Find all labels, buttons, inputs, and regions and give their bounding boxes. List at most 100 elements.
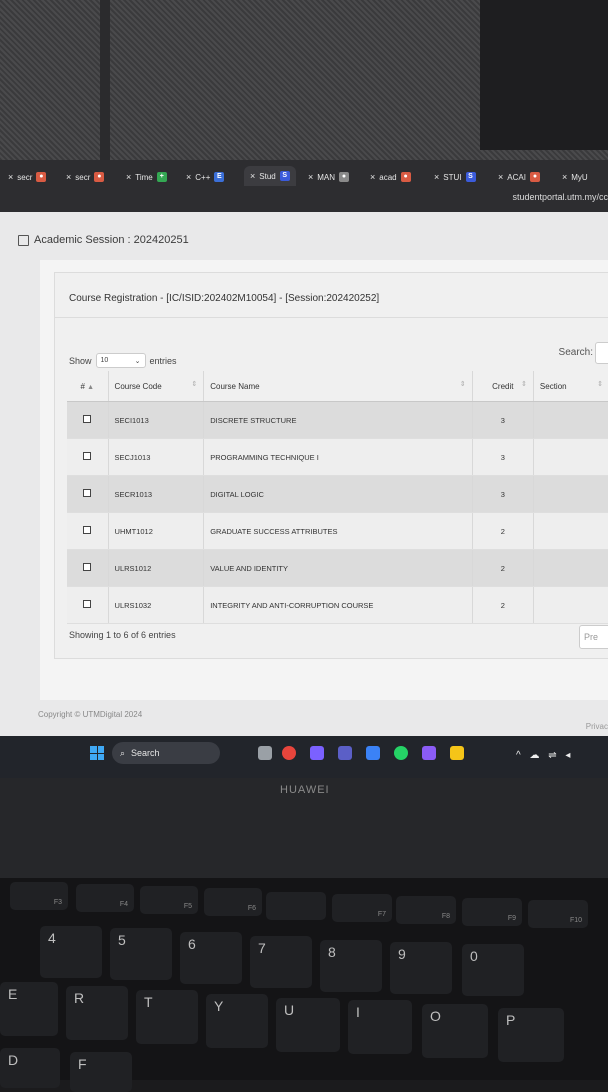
course-code-cell: SECJ1013 <box>107 438 204 476</box>
table-row: SECI1013 DISCRETE STRUCTURE 3 <box>67 401 608 439</box>
credit-cell: 2 <box>471 512 534 550</box>
browser-tab[interactable]: × Time + <box>126 168 167 186</box>
browser-tab[interactable]: × ACAI ● <box>498 168 540 186</box>
key-o: O <box>422 1004 488 1058</box>
key-f7: F7 <box>332 894 392 922</box>
section-cell <box>532 512 608 550</box>
row-checkbox[interactable] <box>83 489 92 497</box>
close-tab-icon[interactable]: × <box>308 172 313 182</box>
url-text[interactable]: studentportal.utm.my/cc <box>512 192 608 202</box>
close-tab-icon[interactable]: × <box>126 172 131 182</box>
tab-label: C++ <box>195 172 211 182</box>
file-explorer-icon[interactable] <box>258 746 272 760</box>
course-code-cell: UHMT1012 <box>107 512 204 550</box>
tab-label: Stud <box>259 171 276 181</box>
row-checkbox-cell <box>67 401 109 439</box>
calendar-icon <box>18 234 29 246</box>
key-y: Y <box>206 994 268 1048</box>
row-checkbox[interactable] <box>83 415 92 423</box>
key-7: 7 <box>250 936 312 988</box>
close-tab-icon[interactable]: × <box>186 172 191 182</box>
browser-tab[interactable]: × secr ● <box>66 168 105 186</box>
col-number[interactable]: # ▲ <box>67 371 109 402</box>
sort-icon: ⇕ <box>521 381 527 388</box>
tab-label: secr <box>75 172 91 182</box>
course-code-cell: SECI1013 <box>107 401 204 439</box>
browser-tab[interactable]: × Stud S <box>244 166 296 186</box>
row-checkbox-cell <box>67 586 109 624</box>
visual-studio-icon[interactable] <box>422 746 436 760</box>
entries-control: Show 10 ⌄ entries <box>69 353 177 368</box>
browser-tab[interactable]: × C++ E <box>186 168 225 186</box>
row-checkbox[interactable] <box>83 600 92 608</box>
copilot-icon[interactable] <box>310 746 324 760</box>
key-d: D <box>0 1048 60 1088</box>
entries-value: 10 <box>100 357 109 364</box>
key-f9: F9 <box>462 898 522 926</box>
row-checkbox-cell <box>67 549 109 587</box>
chrome-icon[interactable] <box>282 746 296 760</box>
address-bar[interactable]: studentportal.utm.my/cc <box>0 186 608 212</box>
sort-icon: ⇕ <box>597 381 603 388</box>
key-9: 9 <box>390 942 452 994</box>
whatsapp-icon[interactable] <box>394 746 408 760</box>
browser-tab-bar: × secr ● × secr ● × Time + × C++ E × Stud S × MAN ● × acad ●… <box>0 160 608 186</box>
key-f4: F4 <box>76 884 134 912</box>
previous-button[interactable]: Pre <box>579 625 608 649</box>
tab-label: secr <box>17 172 33 182</box>
close-tab-icon[interactable]: × <box>434 172 439 182</box>
col-course-code[interactable]: Course Code ⇕ <box>107 371 204 402</box>
browser-tab[interactable]: × STUI S <box>434 168 476 186</box>
credit-cell: 3 <box>471 475 534 513</box>
col-section[interactable]: Section ⇕ <box>532 371 608 402</box>
entries-select[interactable]: 10 ⌄ <box>95 353 146 368</box>
col-credit[interactable]: Credit ⇕ <box>471 371 534 402</box>
close-tab-icon[interactable]: × <box>370 172 375 182</box>
tab-favicon-icon: ● <box>529 172 540 182</box>
background-fabric <box>0 0 608 160</box>
close-tab-icon[interactable]: × <box>498 172 503 182</box>
row-checkbox[interactable] <box>83 452 92 460</box>
col-course-name[interactable]: Course Name ⇕ <box>203 371 473 402</box>
card-divider <box>55 317 608 318</box>
system-tray[interactable]: ^ ☁ ⇌ ◂ <box>516 750 573 761</box>
tab-label: STUI <box>443 172 462 182</box>
table-row: UHMT1012 GRADUATE SUCCESS ATTRIBUTES 2 <box>67 512 608 550</box>
table-row: ULRS1032 INTEGRITY AND ANTI-CORRUPTION CO… <box>67 586 608 624</box>
close-tab-icon[interactable]: × <box>562 172 567 182</box>
browser-tab[interactable]: × MyU <box>562 168 588 186</box>
store-icon[interactable] <box>366 746 380 760</box>
row-checkbox-cell <box>67 438 109 476</box>
teams-icon[interactable] <box>338 746 352 760</box>
folder-icon[interactable] <box>450 746 464 760</box>
course-name-cell: PROGRAMMING TECHNIQUE I <box>203 438 473 476</box>
taskbar-search[interactable]: ⌕ Search <box>112 742 220 764</box>
credit-cell: 2 <box>471 586 534 624</box>
tab-favicon-icon: ● <box>36 172 47 182</box>
key-print <box>266 892 326 920</box>
registration-card: Course Registration - [IC/ISID:202402M10… <box>40 260 608 700</box>
registration-panel: Course Registration - [IC/ISID:202402M10… <box>54 272 608 659</box>
close-tab-icon[interactable]: × <box>66 172 71 182</box>
browser-tab[interactable]: × MAN ● <box>308 168 350 186</box>
privacy-link[interactable]: Privac <box>586 722 608 731</box>
close-tab-icon[interactable]: × <box>8 172 13 182</box>
course-code-cell: ULRS1012 <box>107 549 204 587</box>
search-label: Search: <box>558 347 593 358</box>
tab-favicon-icon: S <box>465 172 476 182</box>
windows-start-icon[interactable] <box>90 746 104 760</box>
taskbar: ⌕ Search ^ ☁ ⇌ ◂ <box>0 736 608 778</box>
key-e: E <box>0 982 58 1036</box>
browser-tab[interactable]: × acad ● <box>370 168 411 186</box>
key-f6: F6 <box>204 888 262 916</box>
search-input[interactable] <box>595 342 608 364</box>
row-checkbox[interactable] <box>83 563 92 571</box>
entries-label: entries <box>149 355 177 366</box>
close-tab-icon[interactable]: × <box>250 171 255 181</box>
key-f10: F10 <box>528 900 588 928</box>
browser-tab[interactable]: × secr ● <box>8 168 47 186</box>
key-f3: F3 <box>10 882 68 910</box>
row-checkbox[interactable] <box>83 526 92 534</box>
tab-favicon-icon: ● <box>94 172 105 182</box>
tab-label: ACAI <box>507 172 526 182</box>
